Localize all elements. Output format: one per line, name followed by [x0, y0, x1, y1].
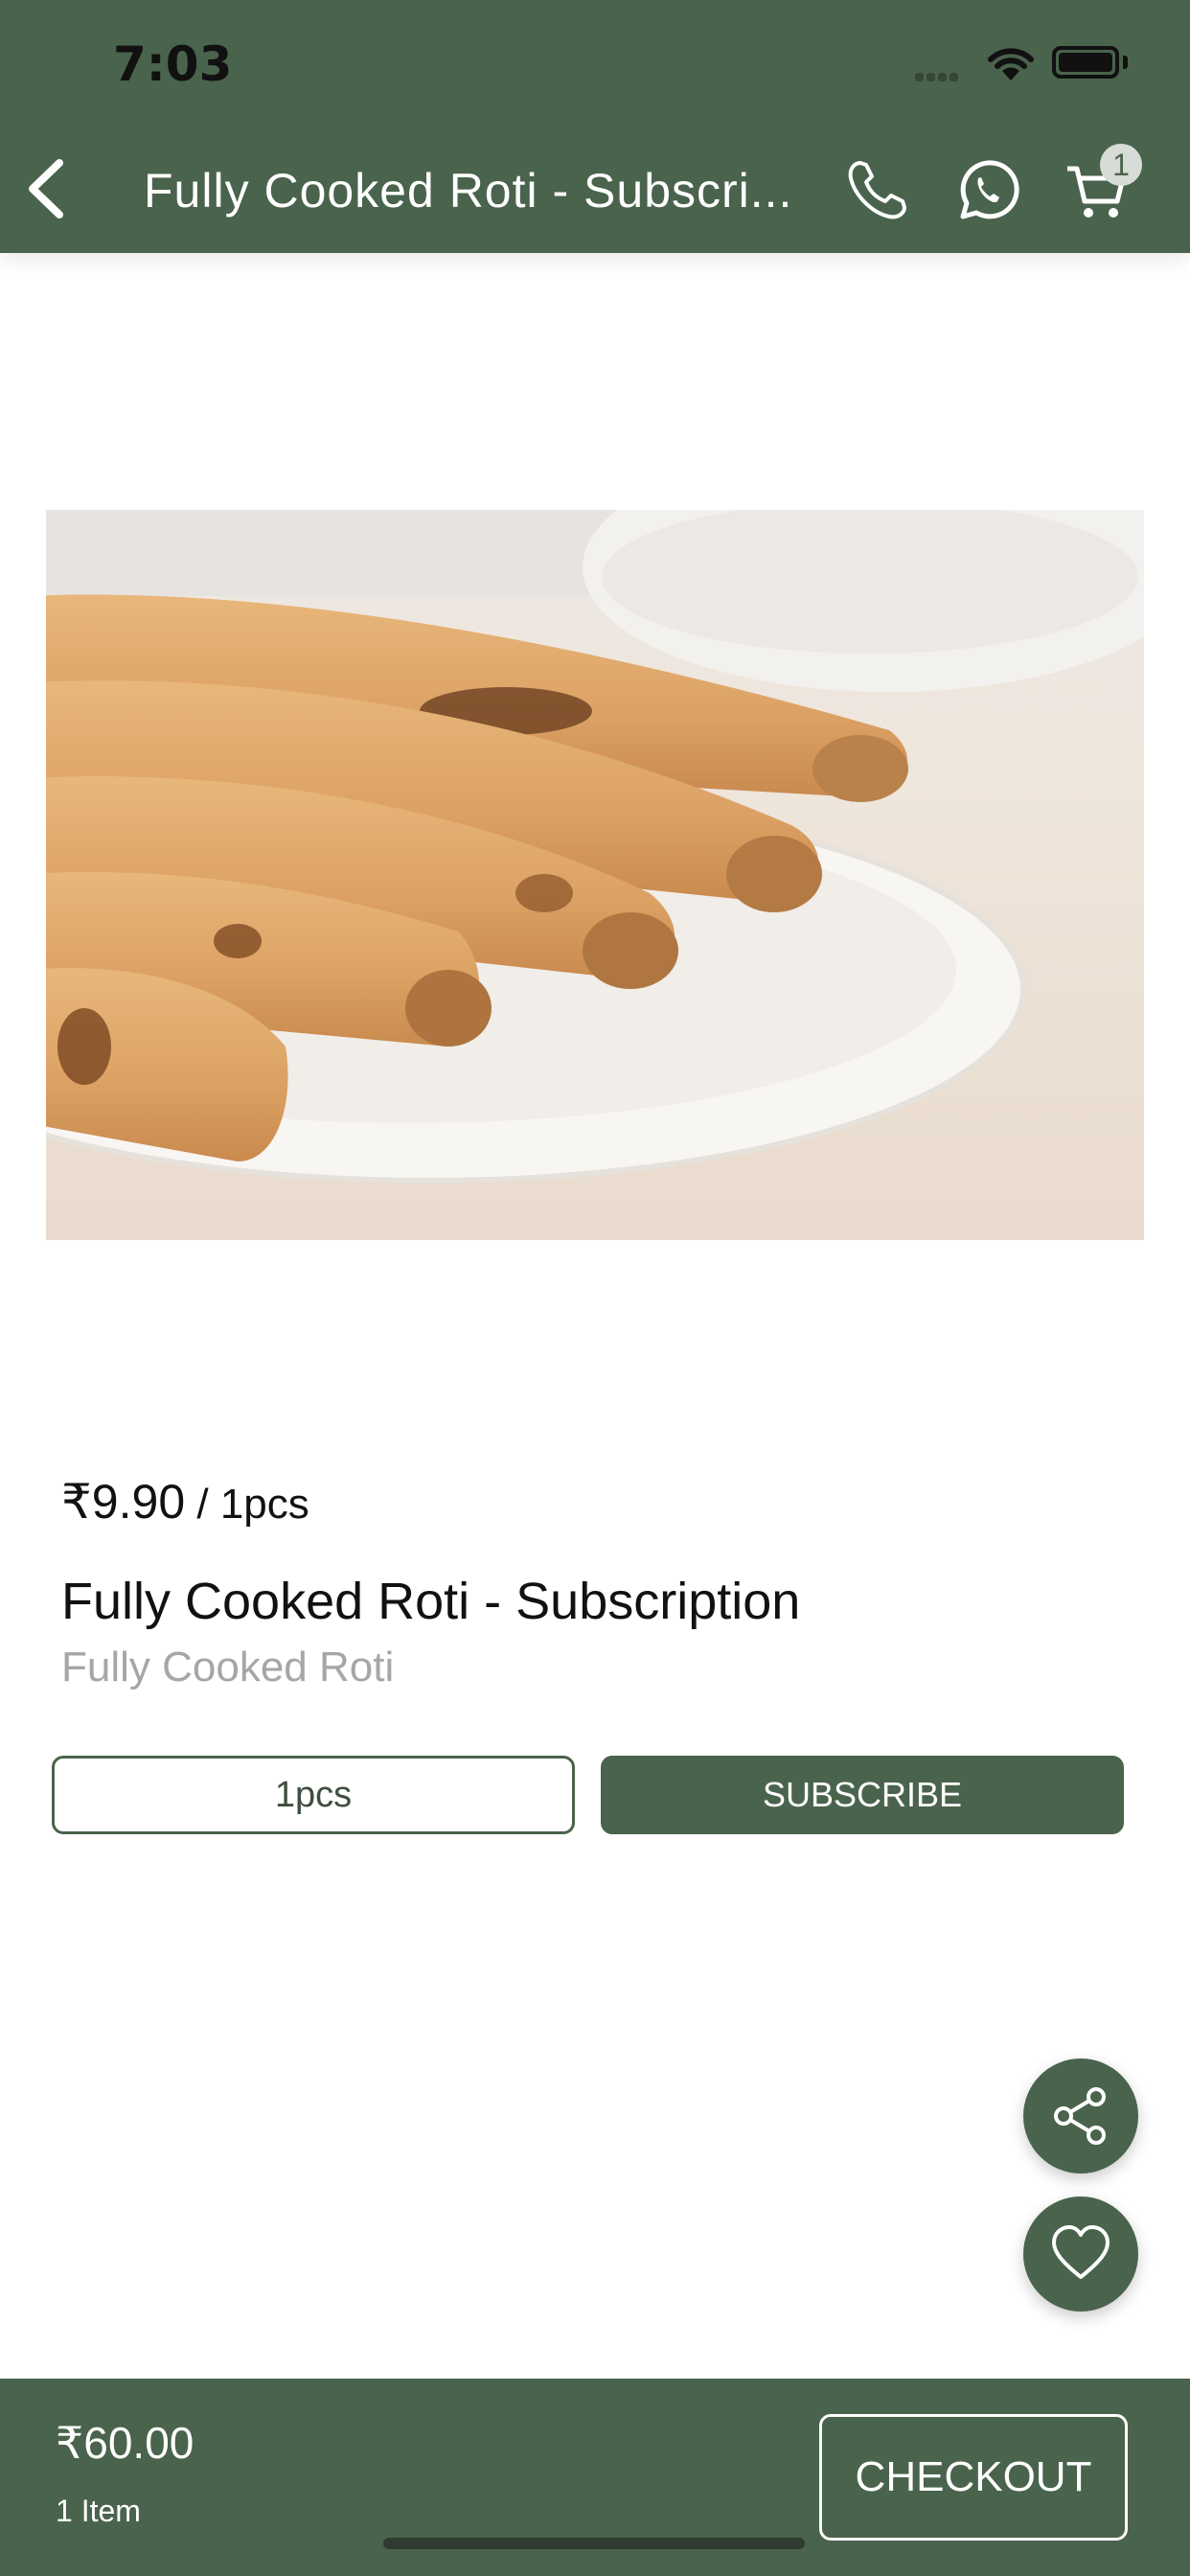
whatsapp-button[interactable] [953, 157, 1020, 224]
favorite-button[interactable] [1023, 2196, 1138, 2312]
status-time: 7:03 [113, 36, 233, 92]
share-icon [1054, 2087, 1106, 2145]
status-bar: 7:03 [0, 0, 1190, 126]
call-button[interactable] [843, 157, 910, 224]
heart-icon [1052, 2225, 1110, 2279]
phone-icon [848, 161, 906, 219]
back-button[interactable] [17, 155, 84, 222]
quantity-select[interactable]: 1pcs [52, 1756, 575, 1834]
cart-item-count: 1 Item [56, 2494, 141, 2528]
checkout-button[interactable]: CHECKOUT [819, 2414, 1128, 2541]
battery-icon [1052, 46, 1119, 79]
back-arrow-icon [29, 159, 63, 218]
cart-count-badge: 1 [1100, 144, 1142, 186]
signal-icon [915, 69, 961, 86]
subscribe-button[interactable]: SUBSCRIBE [601, 1756, 1124, 1834]
home-indicator[interactable] [383, 2538, 805, 2549]
battery-tip [1123, 56, 1128, 69]
product-subtitle: Fully Cooked Roti [61, 1644, 395, 1690]
cart-total: ₹60.00 [56, 2418, 195, 2468]
share-button[interactable] [1023, 2058, 1138, 2174]
price-row: ₹9.90 / 1pcs [61, 1474, 309, 1530]
product-name: Fully Cooked Roti - Subscription [61, 1573, 801, 1630]
nav-bar: Fully Cooked Roti - Subscri... 1 [0, 126, 1190, 253]
product-image [46, 510, 1144, 1240]
wifi-icon [988, 48, 1034, 80]
page-title: Fully Cooked Roti - Subscri... [144, 164, 793, 218]
product-price: ₹9.90 [61, 1475, 186, 1529]
whatsapp-icon [960, 160, 1019, 219]
product-unit: / 1pcs [185, 1481, 309, 1528]
